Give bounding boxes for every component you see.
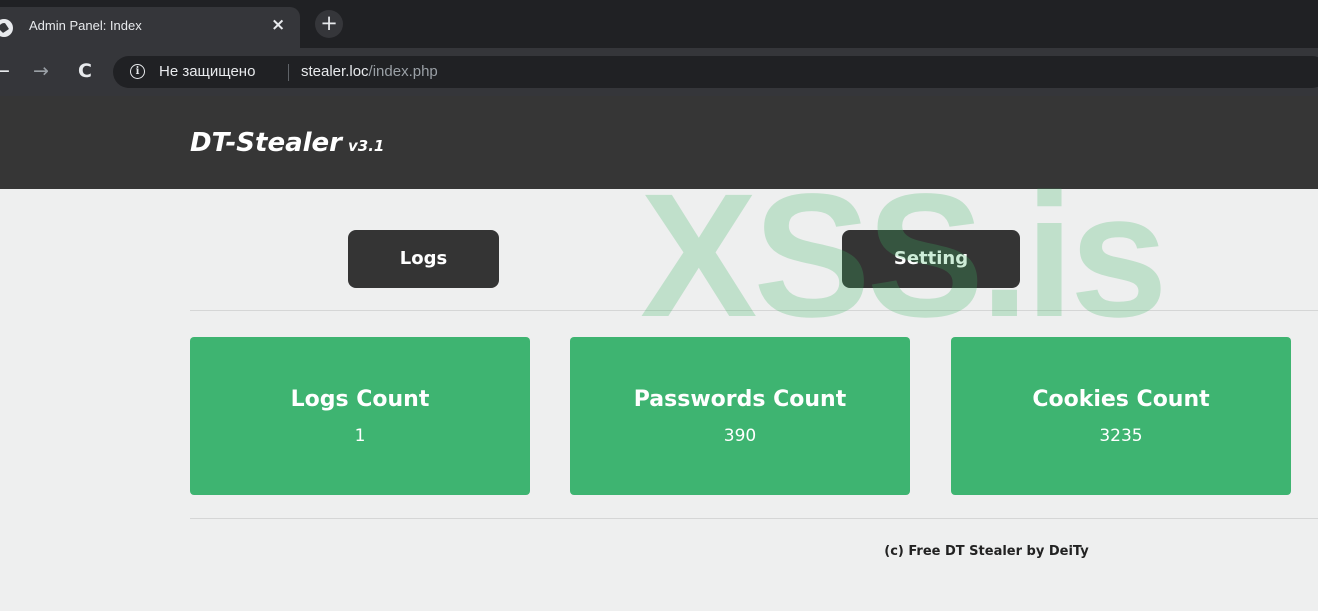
new-tab-button[interactable]: + xyxy=(315,10,343,38)
security-status-label[interactable]: Не защищено xyxy=(159,63,255,80)
card-title: Passwords Count xyxy=(633,387,847,412)
cookies-count-card: Cookies Count 3235 xyxy=(951,337,1291,495)
card-title: Logs Count xyxy=(290,387,430,412)
brand-version: v3.1 xyxy=(348,137,385,155)
divider-top xyxy=(190,310,1318,311)
card-value: 3235 xyxy=(1099,426,1143,446)
info-icon[interactable]: i xyxy=(130,64,145,79)
address-bar[interactable]: i Не защищено stealer.loc/index.php xyxy=(113,56,1318,88)
browser-toolbar: ← → C i Не защищено stealer.loc/index.ph… xyxy=(0,48,1318,96)
reload-icon[interactable]: C xyxy=(78,61,92,81)
card-value: 390 xyxy=(723,426,757,446)
browser-tab[interactable]: Admin Panel: Index × xyxy=(0,7,300,48)
setting-button[interactable]: Setting xyxy=(842,230,1020,288)
url-path: /index.php xyxy=(368,63,438,80)
logs-count-card: Logs Count 1 xyxy=(190,337,530,495)
site-header: DT-Stealer v3.1 xyxy=(0,96,1318,189)
brand-title: DT-Stealer v3.1 xyxy=(190,128,384,158)
globe-icon xyxy=(0,19,13,37)
tab-title: Admin Panel: Index xyxy=(29,18,142,33)
divider-bottom xyxy=(190,518,1318,519)
url-text[interactable]: stealer.loc/index.php xyxy=(301,63,438,80)
url-host: stealer.loc xyxy=(301,63,369,80)
back-arrow-icon[interactable]: ← xyxy=(0,61,10,81)
brand-name: DT-Stealer xyxy=(190,128,342,158)
footer-credit: (c) Free DT Stealer by DeiTy xyxy=(884,544,1089,559)
card-value: 1 xyxy=(354,426,366,446)
browser-tab-bar: Admin Panel: Index × + xyxy=(0,0,1318,48)
logs-button[interactable]: Logs xyxy=(348,230,499,288)
forward-arrow-icon[interactable]: → xyxy=(33,61,49,81)
passwords-count-card: Passwords Count 390 xyxy=(570,337,910,495)
card-title: Cookies Count xyxy=(1032,387,1210,412)
address-bar-divider xyxy=(288,64,289,81)
close-icon[interactable]: × xyxy=(271,15,285,35)
